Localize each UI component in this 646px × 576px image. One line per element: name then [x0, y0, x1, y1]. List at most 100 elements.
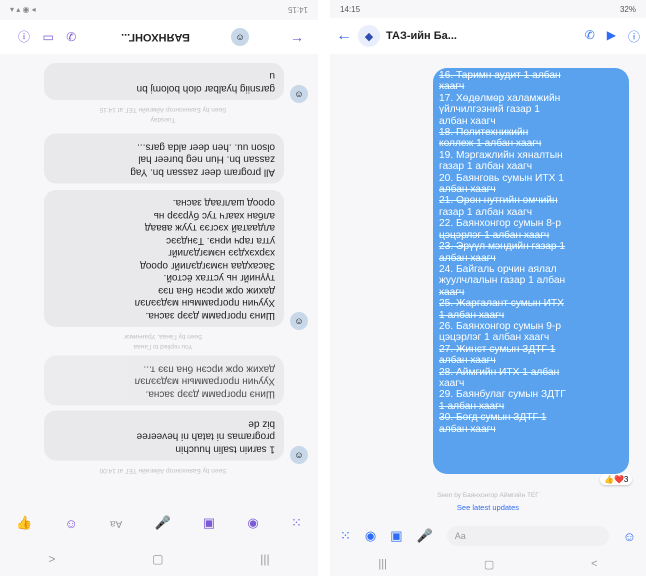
message-meta: You replied to Ганаа [133, 342, 193, 350]
message-line: албан хаагч [439, 355, 496, 367]
message-line: 28. Аймгийн ИТХ 1 албан [439, 366, 560, 378]
message-line: цэцэрлэг 1 албан хаагч [439, 332, 550, 344]
message-line: 29. Баянбулаг сумын ЗДТГ [439, 389, 566, 401]
seen-indicator: Seen by Баянхонгор Аймгийн ТЕГ [437, 492, 539, 499]
message-line: жуулчлалын газар 1 албан [439, 275, 566, 287]
reaction-badge[interactable]: 👍❤️3 [600, 474, 633, 485]
nav-home-icon[interactable]: ▢ [152, 552, 163, 566]
emoji-icon[interactable]: ☺ [623, 529, 636, 544]
left-chat-header: ⓘ ▭ ✆ БАЯНХОНГ... ☺ → [0, 20, 318, 54]
right-header-actions: ✆ ▶ ⓘ [585, 28, 640, 45]
message-line: албан хаагч [439, 252, 496, 264]
message-line: 17. Хөдөлмөр халамжийн [439, 92, 561, 104]
right-composer-input[interactable]: Aa [446, 526, 609, 546]
message-line: газар 1 албан хаагч [439, 161, 533, 173]
message-meta: Tuesday [150, 116, 176, 123]
info-icon[interactable]: ⓘ [18, 30, 30, 44]
camera-icon[interactable]: ◉ [247, 515, 258, 531]
microphone-icon[interactable]: 🎤 [417, 528, 433, 544]
right-composer-toolbar: ⁙ ◉ ▣ 🎤 Aa ☺ [330, 520, 646, 552]
message-line: 1 албан хаагч [439, 400, 505, 412]
right-status-bar: 14:15 32% [330, 0, 646, 18]
right-contact-avatar[interactable]: ◆ [358, 25, 380, 47]
menu-dots-icon[interactable]: ⁙ [340, 528, 351, 544]
info-icon[interactable]: ⓘ [628, 28, 640, 45]
message-line: албан хаагч [439, 184, 496, 196]
message-line: хаагч [439, 286, 465, 298]
message-line: 23. Эрүүл мэндийн газар 1 [439, 241, 566, 253]
sender-avatar: ☺ [290, 445, 308, 464]
message-row: Шинэ программ дээр засна. Хуучин програм… [18, 353, 308, 409]
nav-back-icon[interactable]: < [591, 558, 597, 570]
nav-home-icon[interactable]: ▢ [484, 558, 494, 571]
left-contact-avatar[interactable]: ☺ [231, 28, 250, 46]
left-composer-toolbar: 👍 ☺ Aa 🎤 ▣ ◉ ⁙ [0, 508, 318, 538]
phone-call-icon[interactable]: ✆ [66, 30, 76, 44]
message-line: албан хаагч [439, 115, 496, 127]
nav-back-icon[interactable]: > [48, 552, 55, 566]
phone-call-icon[interactable]: ✆ [585, 28, 595, 45]
message-line: хаагч [439, 377, 465, 389]
message-row: garsniig hyalbar oloh bolomj bn u ☺ [18, 60, 308, 103]
left-android-nav: > ▢ ||| [0, 542, 318, 576]
left-status-bar: ▾ ▴ ◉ ◂ 14:15 [0, 0, 318, 18]
gallery-icon[interactable]: ▣ [390, 528, 402, 544]
left-message-list: garsniig hyalbar oloh bolomj bn u ☺ Seen… [18, 60, 308, 477]
message-bubble[interactable]: 1 sarиin tsalin huuchin programas ni tat… [44, 411, 284, 461]
message-bubble[interactable]: garsniig hyalbar oloh bolomj bn u [44, 63, 284, 100]
see-latest-updates-link[interactable]: See latest updates [330, 503, 646, 512]
message-line: коллеж 1 албан хаагч [439, 138, 542, 150]
right-status-time: 14:15 [340, 4, 361, 14]
message-line: газар 1 албан хаагч [439, 206, 533, 218]
left-status-icons: ▾ ▴ ◉ ◂ [10, 4, 36, 14]
message-line: 25. Жаргалант сумын ИТХ [439, 298, 564, 310]
left-contact-name: БАЯНХОНГ... [121, 31, 191, 43]
message-line: 18. Политехникийн [439, 127, 529, 139]
microphone-icon[interactable]: 🎤 [154, 515, 170, 531]
message-bubble[interactable]: All program deer zassan bn. Yag zassan b… [44, 134, 284, 184]
left-header-actions: ⓘ ▭ ✆ [14, 28, 80, 46]
message-row: 1 sarиin tsalin huuchin programas ni tat… [18, 408, 308, 464]
message-line: 21. Орон нутгийн өмчийн [439, 195, 558, 207]
message-line: 20. Баянговь сумын ИТХ 1 [439, 172, 564, 184]
message-line: 27. Жинст сумын ЗДТГ 1 [439, 343, 556, 355]
message-line: 19. Мэргажлийн хяналтын [439, 149, 563, 161]
message-line: хаагч [439, 81, 465, 93]
message-line: 26. Баянхонгор сумын 9-р [439, 320, 561, 332]
nav-recents-icon[interactable]: ||| [260, 552, 269, 566]
right-phone-screen: 14:15 32% ← ◆ ТАЗ-ийн Ба... ✆ ▶ ⓘ 16. Та… [330, 0, 646, 576]
message-row: Шинэ программ дээр засна. Хуучин програм… [18, 187, 308, 330]
right-battery: 32% [619, 4, 636, 14]
menu-dots-icon[interactable]: ⁙ [291, 515, 302, 531]
back-arrow-icon[interactable]: → [290, 29, 304, 45]
message-line: 16. Таримн аудит 1 албан [439, 70, 561, 81]
message-line: 30. Богд сумын ЗДТГ 1 [439, 412, 547, 424]
video-call-icon[interactable]: ▭ [42, 30, 53, 44]
message-line: албан хаагч [439, 423, 496, 435]
message-row: All program deer zassan bn. Yag zassan b… [18, 131, 308, 187]
message-meta: Seen by Ганаа, Уранчимэг [123, 332, 203, 340]
video-call-icon[interactable]: ▶ [607, 28, 616, 45]
message-bubble-list[interactable]: 16. Таримн аудит 1 албан хаагч 17. Хөдөлмө… [433, 68, 629, 474]
right-android-nav: ||| ▢ < [330, 552, 646, 576]
message-line: цэцэрлэг 1 албан хаагч [439, 229, 550, 241]
message-line: үйлчилгээний газар 1 [439, 104, 540, 116]
right-contact-name[interactable]: ТАЗ-ийн Ба... [386, 30, 457, 42]
like-icon[interactable]: 👍 [16, 515, 32, 531]
message-meta: Seen by Баянхонгор Аймгийн ТЕГ at 14:00 [99, 466, 227, 474]
sender-avatar: ☺ [290, 311, 308, 330]
quoted-reply[interactable]: Шинэ программ дээр засна. Хуучин програм… [44, 355, 284, 405]
right-chat-header: ← ◆ ТАЗ-ийн Ба... ✆ ▶ ⓘ [330, 18, 646, 54]
camera-icon[interactable]: ◉ [365, 528, 376, 544]
message-line: 24. Байгаль орчин аялал [439, 263, 557, 275]
left-composer-input[interactable]: Aa [110, 518, 122, 529]
left-phone-screen: ▾ ▴ ◉ ◂ 14:15 ⓘ ▭ ✆ БАЯНХОНГ... ☺ → gars… [0, 0, 318, 576]
emoji-icon[interactable]: ☺ [65, 516, 78, 531]
back-arrow-icon[interactable]: ← [336, 27, 352, 45]
message-meta: Seen by Баянхонгор Аймгийн ТЕГ at 14:15 [99, 106, 227, 113]
message-line: 22. Баянхонгор сумын 8-р [439, 218, 561, 230]
left-status-time: 14:15 [287, 4, 308, 14]
nav-recents-icon[interactable]: ||| [378, 558, 387, 570]
message-bubble[interactable]: Шинэ программ дээр засна. Хуучин програм… [44, 189, 284, 327]
gallery-icon[interactable]: ▣ [203, 515, 215, 531]
